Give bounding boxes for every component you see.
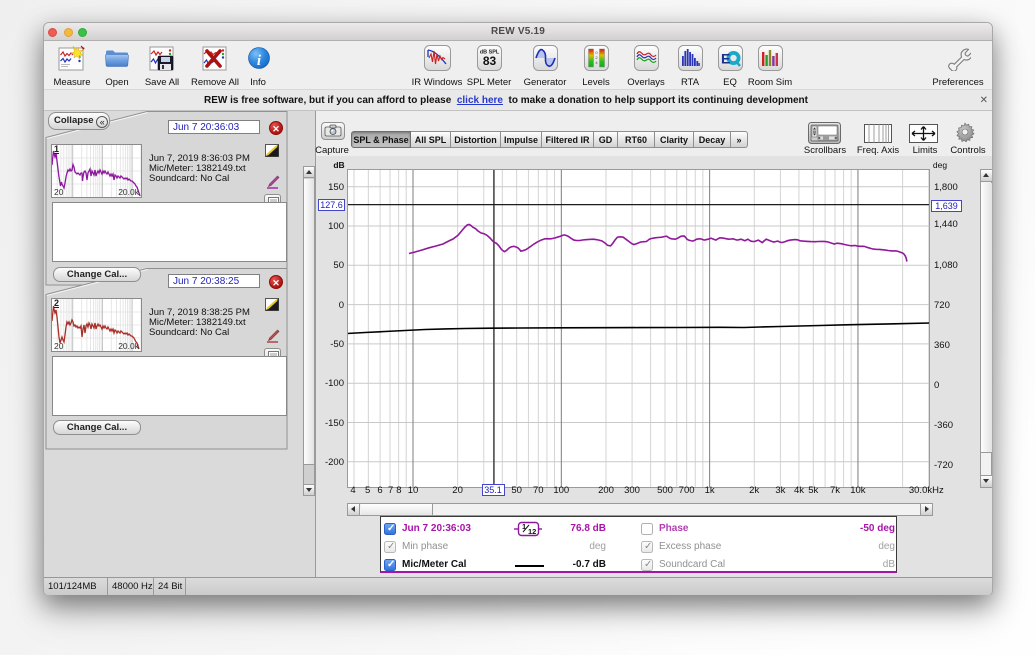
svg-text:E: E <box>721 51 730 67</box>
svg-text:12: 12 <box>528 527 536 536</box>
svg-text:83: 83 <box>483 54 497 68</box>
